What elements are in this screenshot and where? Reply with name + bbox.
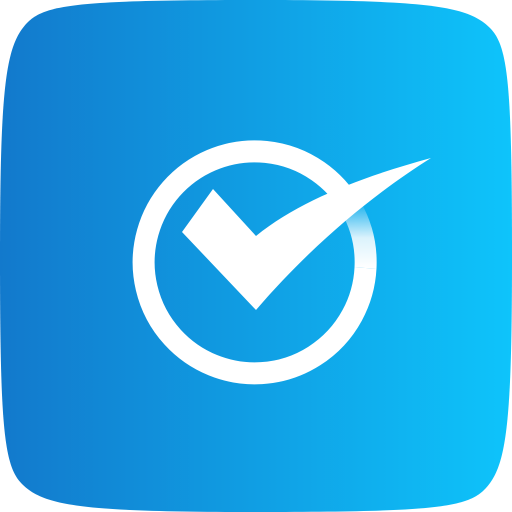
canvas (0, 0, 512, 512)
app-icon[interactable] (0, 0, 512, 512)
